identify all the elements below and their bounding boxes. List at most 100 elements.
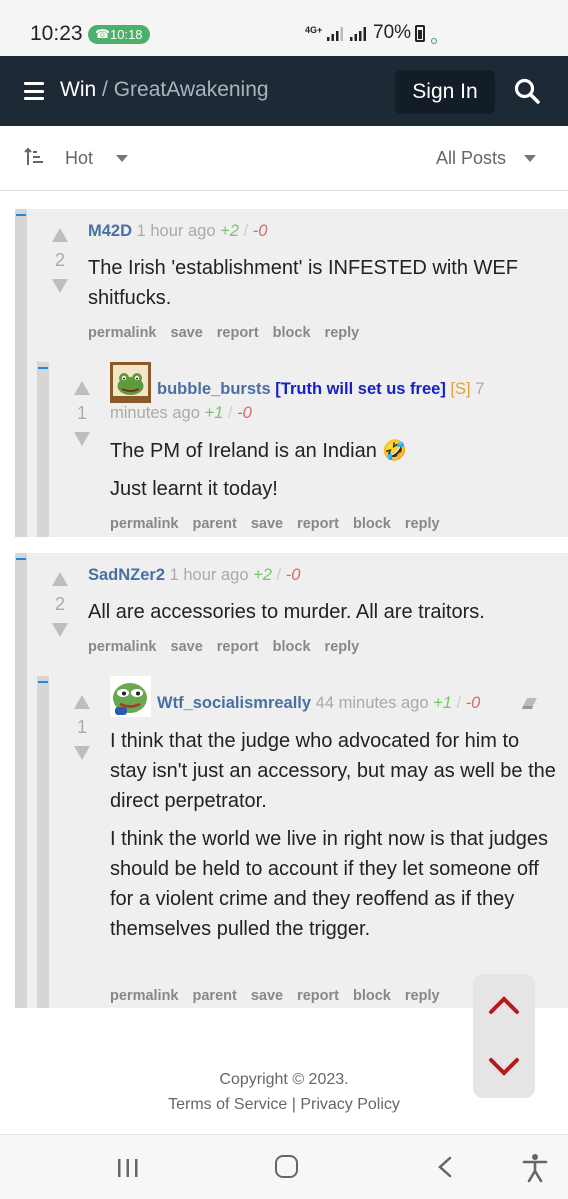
signal-icon-2 [350, 27, 366, 41]
block-link[interactable]: block [353, 988, 391, 1004]
comment-actions: permalink parent save report block reply [110, 516, 454, 532]
block-link[interactable]: block [273, 639, 311, 655]
community-name[interactable]: GreatAwakening [114, 78, 269, 101]
save-link[interactable]: save [171, 639, 203, 655]
comment-meta: SadNZer2 1 hour ago +2 / -0 [88, 566, 301, 584]
report-link[interactable]: report [297, 516, 339, 532]
upvote-icon[interactable] [74, 381, 90, 395]
copyright-text: Copyright © 2023. [219, 1071, 349, 1088]
permalink-link[interactable]: permalink [88, 325, 157, 341]
upvote-count: +1 [204, 404, 224, 422]
site-name[interactable]: Win [60, 78, 96, 101]
vote-box: 2 [50, 228, 70, 293]
user-avatar[interactable] [110, 676, 151, 717]
sort-bar: Hot All Posts [0, 126, 568, 191]
user-flair: [Truth will set us free] [275, 380, 446, 398]
collapse-icon[interactable] [16, 214, 26, 216]
permalink-link[interactable]: permalink [110, 988, 179, 1004]
comment-author[interactable]: SadNZer2 [88, 566, 165, 584]
call-indicator: ☎ 10:18 [88, 25, 150, 44]
call-time: 10:18 [110, 27, 143, 42]
eraser-icon[interactable] [521, 697, 539, 711]
user-avatar[interactable] [110, 362, 151, 403]
collapse-bar[interactable] [15, 209, 27, 537]
status-bar: 10:23 ☎ 10:18 4G+ 70% [0, 0, 568, 56]
collapse-icon[interactable] [38, 367, 48, 369]
filter-dropdown[interactable]: All Posts [436, 148, 506, 169]
sort-dropdown[interactable]: Hot [65, 148, 93, 169]
vote-box: 1 [72, 381, 92, 446]
battery-percent: 70% [373, 22, 412, 43]
downvote-count: -0 [465, 694, 481, 712]
comment-author[interactable]: bubble_bursts [157, 380, 271, 398]
parent-link[interactable]: parent [193, 516, 237, 532]
recent-apps-icon[interactable] [117, 1158, 139, 1178]
save-link[interactable]: save [171, 325, 203, 341]
comment-meta-line2: minutes ago +1 / -0 [110, 404, 252, 422]
comment-actions: permalink save report block reply [88, 325, 373, 341]
terms-link[interactable]: Terms of Service [168, 1096, 287, 1113]
comment-score: 1 [76, 717, 87, 737]
upvote-icon[interactable] [52, 228, 68, 242]
block-link[interactable]: block [353, 516, 391, 532]
comment-score: 1 [76, 403, 87, 423]
chevron-down-icon[interactable] [524, 155, 536, 162]
hamburger-menu-icon[interactable] [24, 82, 44, 100]
accessibility-icon[interactable] [522, 1153, 548, 1183]
reply-link[interactable]: reply [405, 516, 440, 532]
downvote-icon[interactable] [74, 746, 90, 760]
collapse-bar[interactable] [37, 676, 49, 1008]
downvote-count: -0 [285, 566, 301, 584]
downvote-icon[interactable] [74, 432, 90, 446]
comment-time: 7 [475, 380, 485, 398]
report-link[interactable]: report [217, 325, 259, 341]
collapse-bar[interactable] [37, 362, 49, 537]
comment: 2 M42D 1 hour ago +2 / -0 The Irish 'est… [15, 209, 568, 537]
upvote-count: +2 [253, 566, 272, 584]
comment-meta: bubble_bursts [Truth will set us free] [… [157, 380, 484, 399]
comment-time: 1 hour ago [169, 566, 249, 584]
vote-box: 2 [50, 572, 70, 637]
mod-tag: [S] [450, 380, 471, 398]
downvote-icon[interactable] [52, 279, 68, 293]
network-type: 4G+ [305, 25, 323, 35]
back-icon[interactable] [437, 1156, 453, 1178]
downvote-icon[interactable] [52, 623, 68, 637]
collapse-icon[interactable] [38, 681, 48, 683]
upvote-count: +2 [220, 222, 239, 240]
save-link[interactable]: save [251, 988, 283, 1004]
comment-author[interactable]: M42D [88, 222, 132, 240]
privacy-link[interactable]: Privacy Policy [300, 1096, 400, 1113]
sort-icon[interactable] [24, 147, 44, 167]
upvote-icon[interactable] [74, 695, 90, 709]
comment-time: 1 hour ago [136, 222, 216, 240]
comment: 2 SadNZer2 1 hour ago +2 / -0 All are ac… [15, 553, 568, 1008]
sign-in-button[interactable]: Sign In [395, 70, 495, 114]
parent-link[interactable]: parent [193, 988, 237, 1004]
permalink-link[interactable]: permalink [88, 639, 157, 655]
reply-link[interactable]: reply [325, 639, 360, 655]
system-nav-bar [0, 1134, 568, 1199]
reply-comment: 1 bubble_bursts [Truth will set us free]… [37, 362, 568, 537]
comment-body: I think that the judge who advocated for… [110, 730, 556, 940]
chevron-up-icon[interactable] [488, 995, 520, 1015]
comment-score: 2 [54, 250, 65, 270]
collapse-icon[interactable] [16, 558, 26, 560]
permalink-link[interactable]: permalink [110, 516, 179, 532]
upvote-icon[interactable] [52, 572, 68, 586]
report-link[interactable]: report [297, 988, 339, 1004]
search-icon[interactable] [514, 78, 540, 104]
collapse-bar[interactable] [15, 553, 27, 1008]
site-title[interactable]: Win / GreatAwakening [60, 78, 269, 102]
footer-divider: | [291, 1096, 296, 1113]
reply-link[interactable]: reply [325, 325, 360, 341]
signal-icon [327, 27, 343, 41]
home-icon[interactable] [275, 1155, 298, 1178]
chevron-down-icon[interactable] [116, 155, 128, 162]
reply-link[interactable]: reply [405, 988, 440, 1004]
report-link[interactable]: report [217, 639, 259, 655]
comment-author[interactable]: Wtf_socialismreally [157, 694, 311, 712]
save-link[interactable]: save [251, 516, 283, 532]
block-link[interactable]: block [273, 325, 311, 341]
vote-box: 1 [72, 695, 92, 760]
